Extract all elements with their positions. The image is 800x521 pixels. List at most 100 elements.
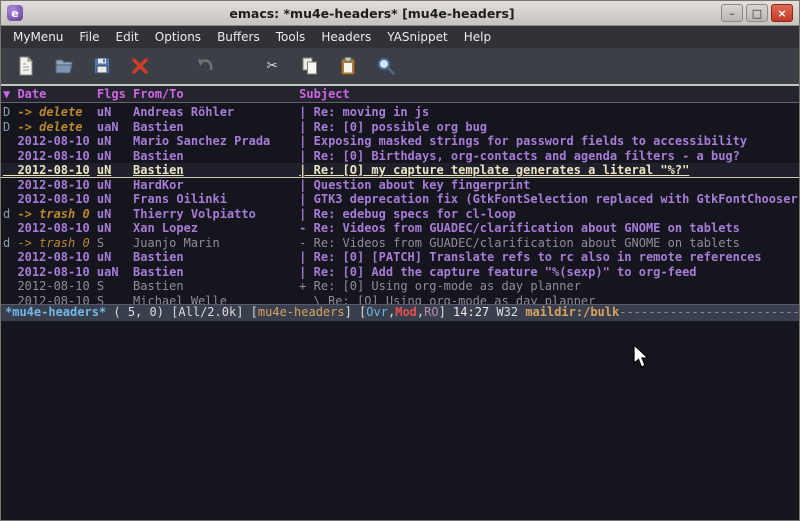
message-date: 2012-08-10 (3, 192, 97, 207)
save-icon (91, 55, 113, 77)
modeline-segment-minor: mu4e-headers (258, 305, 345, 319)
message-from: Bastien (133, 279, 299, 294)
message-flags: uaN (97, 265, 133, 280)
message-row[interactable]: 2012-08-10uNXan Lopez- Re: Videos from G… (1, 221, 799, 236)
message-date: 2012-08-10 (3, 294, 97, 305)
undo-icon (195, 55, 217, 77)
save-button[interactable] (87, 51, 117, 81)
modeline-segment-ro: RO (424, 305, 438, 319)
modeline-segment-buffer: *mu4e-headers* (5, 305, 106, 319)
close-buffer-icon (129, 55, 151, 77)
message-subject: | Re: [0] Add the capture feature "%(sex… (299, 265, 799, 280)
menu-options[interactable]: Options (147, 27, 209, 47)
toolbar: ✂ (1, 48, 799, 84)
header-col-from[interactable]: From/To (133, 86, 299, 102)
message-subject: | Exposing masked strings for password f… (299, 134, 799, 149)
message-flags: uN (97, 105, 133, 120)
copy-icon (299, 55, 321, 77)
header-col-subject[interactable]: Subject (299, 86, 799, 102)
message-from: HardKor (133, 178, 299, 193)
modeline-segment-plain: [All/2.0k] (171, 305, 250, 319)
maximize-button[interactable]: □ (746, 4, 768, 22)
header-col-flags[interactable]: Flgs (97, 86, 133, 102)
message-date: 2012-08-10 (3, 134, 97, 149)
message-subject: | Question about key fingerprint (299, 178, 799, 193)
menu-help[interactable]: Help (456, 27, 499, 47)
message-date: 2012-08-10 (3, 163, 97, 178)
minimize-button[interactable]: – (721, 4, 743, 22)
message-from: Bastien (133, 149, 299, 164)
menu-bar: MyMenuFileEditOptionsBuffersToolsHeaders… (1, 26, 799, 48)
message-date: 2012-08-10 (3, 178, 97, 193)
open-file-icon (53, 55, 75, 77)
message-from: Juanjo Marin (133, 236, 299, 251)
modeline-segment-folder: maildir:/bulk (525, 305, 619, 319)
message-from: Bastien (133, 163, 299, 178)
menu-headers[interactable]: Headers (313, 27, 379, 47)
message-flags: S (97, 294, 133, 305)
emacs-window: e emacs: *mu4e-headers* [mu4e-headers] –… (0, 0, 800, 521)
message-subject: + Re: [0] Using org-mode as day planner (299, 279, 799, 294)
message-from: Bastien (133, 120, 299, 135)
menu-file[interactable]: File (71, 27, 107, 47)
mark-action: -> trash 0 (10, 236, 89, 250)
message-row[interactable]: D -> deleteuNAndreas Röhler| Re: moving … (1, 105, 799, 120)
message-flags: uN (97, 250, 133, 265)
message-subject: - Re: Videos from GUADEC/clarification a… (299, 236, 799, 251)
title-bar[interactable]: e emacs: *mu4e-headers* [mu4e-headers] –… (1, 1, 799, 26)
message-subject: | Re: [0] [PATCH] Translate refs to rc a… (299, 250, 799, 265)
message-row[interactable]: 2012-08-10uNBastien| Re: [O] my capture … (1, 163, 799, 178)
menu-buffers[interactable]: Buffers (209, 27, 268, 47)
message-subject: | Re: [0] possible org bug (299, 120, 799, 135)
message-flags: uN (97, 163, 133, 178)
open-file-button[interactable] (49, 51, 79, 81)
message-flags: uN (97, 134, 133, 149)
close-button[interactable]: × (771, 4, 793, 22)
message-from: Andreas Röhler (133, 105, 299, 120)
message-from: Mario Sanchez Prada (133, 134, 299, 149)
search-button[interactable] (371, 51, 401, 81)
message-subject: \ Re: [O] Using org-mode as day planner (299, 294, 799, 305)
message-date: 2012-08-10 (3, 279, 97, 294)
menu-mymenu[interactable]: MyMenu (5, 27, 71, 47)
message-row[interactable]: d -> trash 0SJuanjo Marin- Re: Videos fr… (1, 236, 799, 251)
menu-yasnippet[interactable]: YASnippet (379, 27, 456, 47)
message-flags: uN (97, 178, 133, 193)
message-subject: | GTK3 deprecation fix (GtkFontSelection… (299, 192, 799, 207)
minibuffer[interactable] (1, 321, 799, 520)
copy-button[interactable] (295, 51, 325, 81)
close-buffer-button[interactable] (125, 51, 155, 81)
modeline-segment-time: 14:27 (453, 305, 496, 319)
new-file-icon (15, 55, 37, 77)
message-row[interactable]: 2012-08-10uNHardKor| Question about key … (1, 178, 799, 193)
cut-icon: ✂ (267, 57, 278, 75)
message-row[interactable]: 2012-08-10SBastien+ Re: [0] Using org-mo… (1, 279, 799, 294)
emacs-icon: e (7, 5, 23, 21)
mode-line[interactable]: *mu4e-headers* ( 5, 0) [All/2.0k] [mu4e-… (1, 304, 799, 321)
message-row[interactable]: d -> trash 0uNThierry Volpiatto| Re: ede… (1, 207, 799, 222)
message-date: 2012-08-10 (3, 149, 97, 164)
message-row[interactable]: 2012-08-10uNBastien| Re: [0] [PATCH] Tra… (1, 250, 799, 265)
message-date: 2012-08-10 (3, 221, 97, 236)
menu-edit[interactable]: Edit (108, 27, 147, 47)
message-subject: | Re: [0] Birthdays, org-contacts and ag… (299, 149, 799, 164)
message-row[interactable]: 2012-08-10uNMario Sanchez Prada| Exposin… (1, 134, 799, 149)
message-date: d -> trash 0 (3, 236, 97, 251)
headers-buffer[interactable]: D -> deleteuNAndreas Röhler| Re: moving … (1, 103, 799, 304)
menu-tools[interactable]: Tools (268, 27, 314, 47)
message-row[interactable]: 2012-08-10uNFrans Oilinki| GTK3 deprecat… (1, 192, 799, 207)
modeline-segment-mod: Mod (395, 305, 417, 319)
paste-button[interactable] (333, 51, 363, 81)
message-row[interactable]: D -> deleteuaNBastien| Re: [0] possible … (1, 120, 799, 135)
message-row[interactable]: 2012-08-10uNBastien| Re: [0] Birthdays, … (1, 149, 799, 164)
header-col-date[interactable]: ▼ Date (3, 86, 97, 102)
message-flags: S (97, 279, 133, 294)
message-from: Michael Welle (133, 294, 299, 305)
cut-button[interactable]: ✂ (257, 51, 287, 81)
message-row[interactable]: 2012-08-10uaNBastien| Re: [0] Add the ca… (1, 265, 799, 280)
header-line: ▼ Date Flgs From/To Subject (1, 84, 799, 103)
message-flags: S (97, 236, 133, 251)
new-file-button[interactable] (11, 51, 41, 81)
message-flags: uN (97, 192, 133, 207)
message-row[interactable]: 2012-08-10SMichael Welle \ Re: [O] Using… (1, 294, 799, 305)
